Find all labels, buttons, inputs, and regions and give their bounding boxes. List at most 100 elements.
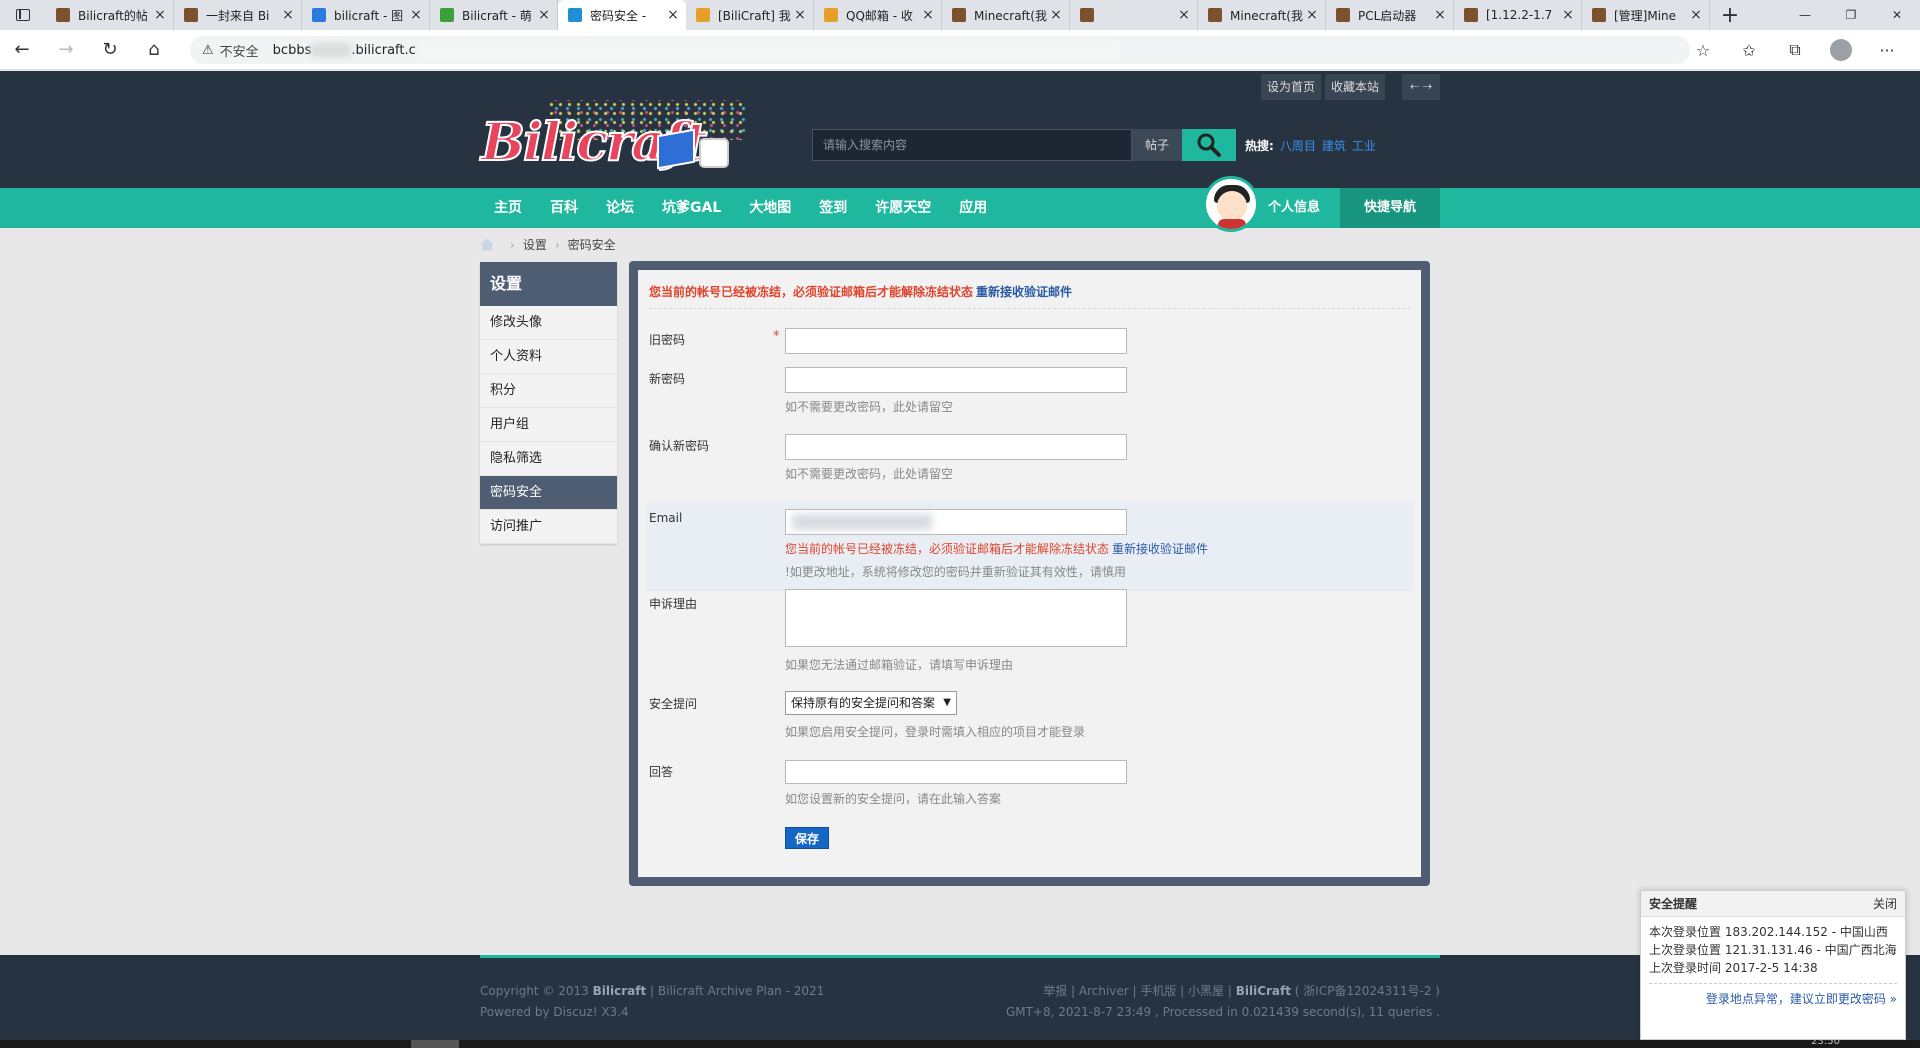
tab[interactable]: [BiliCraft] 我 × — [686, 0, 814, 30]
search-type-select[interactable]: 帖子 — [1132, 129, 1182, 161]
hot-search-item[interactable]: 建筑 — [1322, 139, 1346, 153]
email-field[interactable] — [785, 509, 1127, 535]
search-input[interactable]: 请输入搜索内容 — [812, 129, 1132, 161]
hot-search-item[interactable]: 工业 — [1352, 139, 1376, 153]
tab-strip: Bilicraft的帖 × 一封来自 Bi × bilicraft - 图 × Bilicr… — [46, 0, 1710, 30]
tab-close-icon[interactable]: × — [1689, 7, 1703, 23]
tab[interactable]: Minecraft(我 × — [942, 0, 1070, 30]
breadcrumb-current: 密码安全 — [567, 238, 616, 252]
tab-close-icon[interactable]: × — [281, 7, 295, 23]
sidebar-item-active[interactable]: 密码安全 — [480, 476, 617, 510]
logo-dice — [699, 138, 729, 168]
answer-field[interactable] — [785, 760, 1127, 784]
tab-close-icon[interactable]: × — [409, 7, 423, 23]
security-reminder-close[interactable]: 关闭 — [1873, 891, 1897, 917]
tab-close-icon[interactable]: × — [921, 7, 935, 23]
sidebar-item[interactable]: 积分 — [480, 374, 617, 408]
quick-nav-button[interactable]: 快捷导航 — [1340, 188, 1440, 228]
tab-title: bilicraft - 图 — [334, 8, 404, 23]
security-reminder-header: 安全提醒 关闭 — [1641, 891, 1905, 917]
tab[interactable]: [1.12.2-1.7 × — [1454, 0, 1582, 30]
url-bar[interactable]: ⚠ 不安全 bcbbs .bilicraft.c — [190, 36, 1690, 64]
tab-close-icon[interactable]: × — [793, 7, 807, 23]
back-button[interactable]: ← — [0, 30, 44, 70]
email-frozen-text: 您当前的帐号已经被冻结，必须验证邮箱后才能解除冻结状态 — [785, 542, 1110, 556]
hot-search-item[interactable]: 八周目 — [1280, 139, 1316, 153]
tab[interactable]: [管理]Mine × — [1582, 0, 1710, 30]
tab-close-icon[interactable]: × — [537, 7, 551, 23]
nav-item[interactable]: 应用 — [945, 188, 1001, 228]
appeal-textarea[interactable] — [785, 589, 1127, 647]
tab-close-icon[interactable]: × — [1305, 7, 1319, 23]
tab[interactable]: Minecraft(我 × — [1198, 0, 1326, 30]
site-logo[interactable]: Bilicraft — [477, 98, 757, 178]
email-resend-link[interactable]: 重新接收验证邮件 — [1112, 542, 1208, 556]
bookmark-site-link[interactable]: 收藏本站 — [1325, 74, 1386, 100]
tab[interactable]: × — [1070, 0, 1198, 30]
tab-close-icon[interactable]: × — [666, 7, 680, 23]
form-area: 您当前的帐号已经被冻结，必须验证邮箱后才能解除冻结状态 重新接收验证邮件 旧密码 … — [638, 270, 1421, 877]
nav-item[interactable]: 论坛 — [592, 188, 648, 228]
copyright-site[interactable]: Bilicraft — [593, 984, 647, 998]
forward-button[interactable]: → — [44, 30, 88, 70]
breadcrumb-settings[interactable]: 设置 — [523, 236, 547, 253]
email-frozen-warning: 您当前的帐号已经被冻结，必须验证邮箱后才能解除冻结状态 重新接收验证邮件 — [785, 540, 1208, 557]
nav-item[interactable]: 许愿天空 — [861, 188, 945, 228]
nav-item[interactable]: 百科 — [536, 188, 592, 228]
reload-button[interactable]: ↻ — [88, 30, 132, 70]
minimize-button[interactable]: — — [1782, 0, 1828, 30]
favorites-icon[interactable]: ✩ — [1726, 41, 1772, 60]
home-button[interactable]: ⌂ — [132, 30, 176, 70]
taskbar-item[interactable] — [411, 1040, 459, 1048]
tab[interactable]: PCL启动器 × — [1326, 0, 1454, 30]
home-icon[interactable] — [480, 238, 494, 251]
security-question-select[interactable]: 保持原有的安全提问和答案 ▼ — [785, 691, 957, 715]
nav-item[interactable]: 签到 — [805, 188, 861, 228]
tab-favicon-icon — [1592, 8, 1606, 22]
tab[interactable]: 一封来自 Bi × — [174, 0, 302, 30]
change-password-link[interactable]: 登录地点异常，建议立即更改密码 » — [1649, 990, 1897, 1008]
sidebar-item[interactable]: 隐私筛选 — [480, 442, 617, 476]
sidebar-item[interactable]: 用户组 — [480, 408, 617, 442]
set-homepage-link[interactable]: 设为首页 — [1261, 74, 1322, 100]
tab[interactable]: Bilicraft - 萌 × — [430, 0, 558, 30]
search-button[interactable] — [1182, 129, 1236, 161]
nav-item[interactable]: 大地图 — [735, 188, 805, 228]
new-password-field[interactable] — [785, 367, 1127, 393]
chevron-down-icon: ▼ — [943, 697, 951, 708]
confirm-password-field[interactable] — [785, 434, 1127, 460]
maximize-button[interactable]: ❐ — [1828, 0, 1874, 30]
tab[interactable]: QQ邮箱 - 收 × — [814, 0, 942, 30]
new-tab-button[interactable]: + — [1710, 0, 1750, 30]
tab-active[interactable]: 密码安全 - × — [558, 0, 686, 30]
sidebar-item[interactable]: 修改头像 — [480, 306, 617, 340]
add-favorite-icon[interactable]: ☆ — [1680, 41, 1726, 60]
resend-verification-link[interactable]: 重新接收验证邮件 — [976, 285, 1072, 299]
appeal-hint: 如果您无法通过邮箱验证，请填写申诉理由 — [785, 658, 1014, 672]
nav-item[interactable]: 坑爹GAL — [648, 188, 735, 228]
footer-links[interactable]: 举报 | Archiver | 手机版 | 小黑屋 | — [1043, 984, 1236, 998]
profile-link[interactable]: 个人信息 — [1268, 188, 1320, 228]
more-icon[interactable]: ··· — [1864, 41, 1910, 60]
footer-icp[interactable]: ( 浙ICP备12024311号-2 ) — [1291, 984, 1440, 998]
nav-item[interactable]: 主页 — [480, 188, 536, 228]
tab-actions-button[interactable] — [0, 0, 46, 30]
tab-close-icon[interactable]: × — [1049, 7, 1063, 23]
footer-site-name[interactable]: BiliCraft — [1236, 984, 1291, 998]
tab-close-icon[interactable]: × — [153, 7, 167, 23]
old-password-field[interactable] — [785, 328, 1127, 354]
close-window-button[interactable]: ✕ — [1874, 0, 1920, 30]
tab-close-icon[interactable]: × — [1177, 7, 1191, 23]
insecure-label[interactable]: 不安全 — [220, 41, 259, 60]
switch-width-button[interactable]: ⇠ ⇢ — [1402, 74, 1440, 100]
collections-icon[interactable]: ⧉ — [1772, 40, 1818, 60]
sidebar-item[interactable]: 访问推广 — [480, 510, 617, 544]
tab[interactable]: Bilicraft的帖 × — [46, 0, 174, 30]
tab-close-icon[interactable]: × — [1433, 7, 1447, 23]
save-button[interactable]: 保存 — [785, 827, 829, 849]
profile-avatar[interactable] — [1830, 39, 1852, 61]
sidebar-item[interactable]: 个人资料 — [480, 340, 617, 374]
tab[interactable]: bilicraft - 图 × — [302, 0, 430, 30]
avatar[interactable] — [1203, 176, 1259, 232]
tab-close-icon[interactable]: × — [1561, 7, 1575, 23]
